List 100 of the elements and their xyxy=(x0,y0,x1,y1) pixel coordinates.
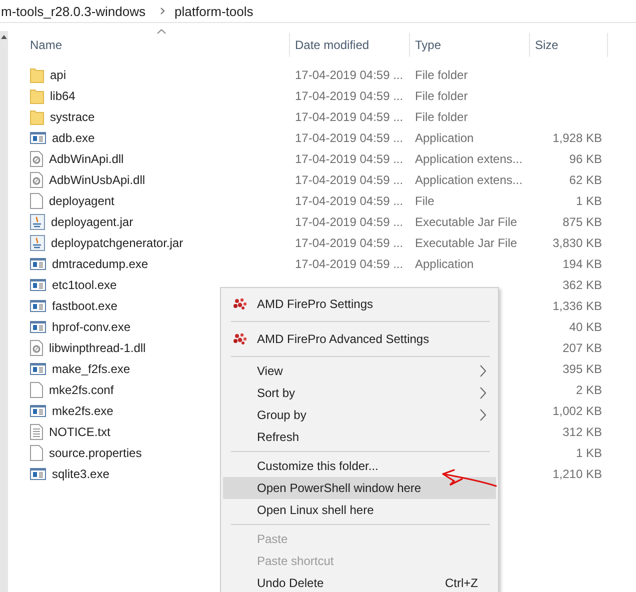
file-name[interactable]: mke2fs.exe xyxy=(52,404,114,418)
file-size: 875 KB xyxy=(562,214,602,228)
scroll-up-icon[interactable] xyxy=(1,35,7,39)
file-name[interactable]: NOTICE.txt xyxy=(49,424,110,438)
file-size: 207 KB xyxy=(562,340,602,354)
file-name[interactable]: lib64 xyxy=(50,88,76,102)
file-name[interactable]: deployagent xyxy=(49,194,114,208)
menu-item[interactable]: Refresh xyxy=(223,426,496,448)
menu-label: Open Linux shell here xyxy=(257,503,374,517)
java-file-icon xyxy=(30,234,45,250)
menu-label: Sort by xyxy=(257,386,296,400)
menu-item[interactable]: Undo Delete Ctrl+Z xyxy=(223,572,496,592)
menu-label: View xyxy=(257,364,283,378)
dots-icon xyxy=(233,333,247,345)
file-name[interactable]: api xyxy=(50,68,66,82)
file-name[interactable]: AdbWinUsbApi.dll xyxy=(49,172,146,186)
date-modified: 17-04-2019 04:59 ... xyxy=(295,152,404,166)
menu-label: Paste shortcut xyxy=(257,554,334,568)
column-header[interactable]: Size xyxy=(530,33,608,57)
file-name[interactable]: deploypatchgenerator.jar xyxy=(51,236,184,250)
dots-icon xyxy=(233,298,247,310)
file-name[interactable]: source.properties xyxy=(49,446,142,460)
file-name[interactable]: AdbWinApi.dll xyxy=(49,152,124,166)
application-icon xyxy=(30,300,46,312)
file-size: 1,210 KB xyxy=(552,466,602,480)
menu-label: AMD FirePro Advanced Settings xyxy=(257,332,430,346)
file-size: 1,928 KB xyxy=(552,130,602,144)
chevron-icon xyxy=(160,7,165,15)
date-modified: 17-04-2019 04:59 ... xyxy=(295,256,404,270)
file-size: 40 KB xyxy=(569,320,602,334)
date-modified: 17-04-2019 04:59 ... xyxy=(295,172,404,186)
file-name[interactable]: sqlite3.exe xyxy=(52,466,110,480)
scrollbar[interactable] xyxy=(0,31,8,592)
application-icon xyxy=(30,468,46,480)
date-modified: 17-04-2019 04:59 ... xyxy=(295,110,404,124)
file-name[interactable]: make_f2fs.exe xyxy=(52,362,130,376)
shortcut-label: Ctrl+Z xyxy=(445,576,479,590)
application-icon xyxy=(30,404,46,416)
column-header[interactable]: Type xyxy=(410,33,530,57)
file-size: 362 KB xyxy=(562,278,602,292)
file-size: 312 KB xyxy=(562,424,602,438)
application-icon xyxy=(30,258,46,270)
file-name[interactable]: dmtracedump.exe xyxy=(52,256,148,270)
file-type: Application xyxy=(415,256,474,270)
file-name[interactable]: hprof-conv.exe xyxy=(52,320,130,334)
file-type: File xyxy=(415,194,434,208)
file-size: 395 KB xyxy=(562,362,602,376)
menu-item[interactable]: Customize this folder... xyxy=(223,455,496,477)
date-modified: 17-04-2019 04:59 ... xyxy=(295,88,404,102)
menu-item[interactable]: Open PowerShell window here xyxy=(223,477,496,499)
folder-icon xyxy=(30,66,44,82)
file-size: 96 KB xyxy=(569,152,602,166)
file-icon xyxy=(30,192,43,208)
folder-icon xyxy=(30,108,44,124)
menu-label: Refresh xyxy=(257,430,300,444)
menu-item[interactable]: View xyxy=(223,360,496,382)
file-type: Executable Jar File xyxy=(415,214,518,228)
file-name[interactable]: mke2fs.conf xyxy=(49,382,114,396)
menu-label: Group by xyxy=(257,408,306,422)
file-icon xyxy=(30,444,43,460)
menu-item[interactable]: Group by xyxy=(223,404,496,426)
file-name[interactable]: libwinpthread-1.dll xyxy=(49,340,146,354)
file-size: 62 KB xyxy=(569,172,602,186)
file-icon xyxy=(30,382,43,398)
menu-item[interactable]: Open Linux shell here xyxy=(223,499,496,521)
file-name[interactable]: systrace xyxy=(50,110,95,124)
menu-label: Customize this folder... xyxy=(257,459,378,473)
file-size: 1,002 KB xyxy=(552,404,602,418)
breadcrumb-item[interactable]: platform-tools xyxy=(174,4,254,18)
file-type: Application extens... xyxy=(415,172,522,186)
column-header[interactable]: Name xyxy=(25,33,290,57)
file-size: 3,830 KB xyxy=(552,236,602,250)
folder-icon xyxy=(30,88,44,104)
menu-label: Paste xyxy=(257,532,288,546)
date-modified: 17-04-2019 04:59 ... xyxy=(295,130,404,144)
menu-item[interactable]: AMD FirePro Advanced Settings xyxy=(223,325,496,353)
file-type: File folder xyxy=(415,88,468,102)
file-name[interactable]: etc1tool.exe xyxy=(52,278,117,292)
java-file-icon xyxy=(30,214,45,230)
menu-item[interactable]: Sort by xyxy=(223,382,496,404)
menu-item[interactable]: AMD FirePro Settings xyxy=(223,290,496,318)
file-type: File folder xyxy=(415,110,468,124)
application-icon xyxy=(30,278,46,290)
file-name[interactable]: deployagent.jar xyxy=(51,214,134,228)
file-type: Executable Jar File xyxy=(415,236,518,250)
column-header[interactable]: Date modified xyxy=(290,33,410,57)
application-icon xyxy=(30,132,46,144)
file-name[interactable]: adb.exe xyxy=(52,130,95,144)
file-size: 2 KB xyxy=(576,382,602,396)
file-name[interactable]: fastboot.exe xyxy=(52,298,118,312)
menu-label: Open PowerShell window here xyxy=(257,481,422,495)
text-file-icon xyxy=(30,424,43,440)
application-icon xyxy=(30,362,46,374)
breadcrumb-item[interactable]: m-tools_r28.0.3-windows xyxy=(1,4,146,18)
date-modified: 17-04-2019 04:59 ... xyxy=(295,214,404,228)
date-modified: 17-04-2019 04:59 ... xyxy=(295,194,404,208)
application-icon xyxy=(30,320,46,332)
file-type: Application xyxy=(415,130,474,144)
file-type: File folder xyxy=(415,68,468,82)
menu-label: Undo Delete xyxy=(257,576,324,590)
